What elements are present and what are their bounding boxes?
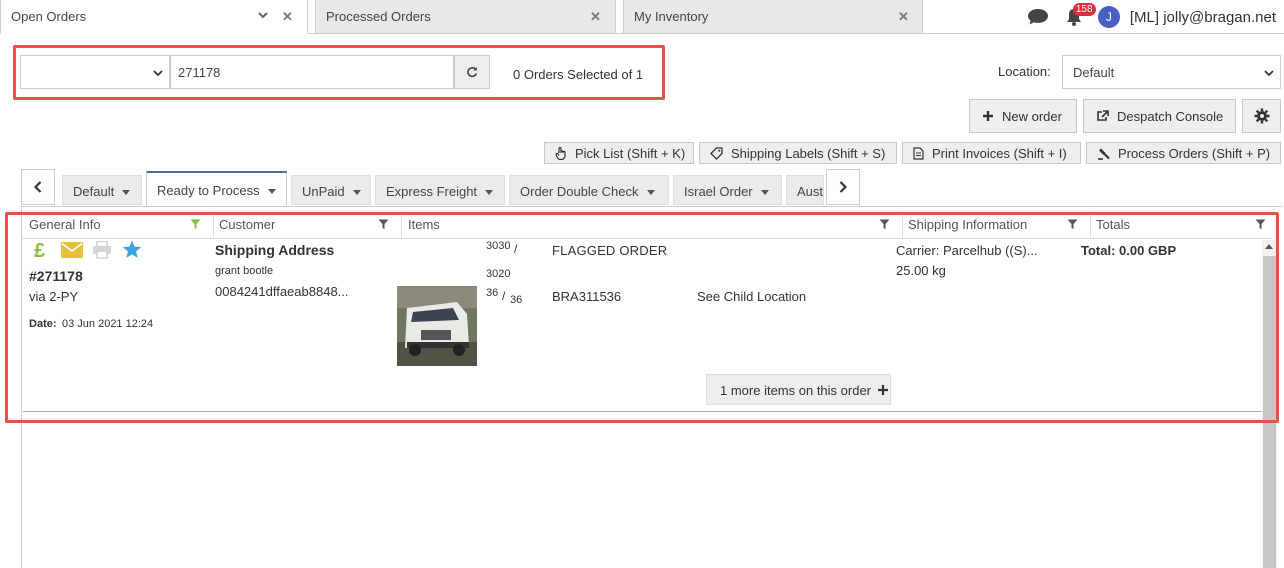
close-icon[interactable]: ✕ xyxy=(282,9,293,25)
search-field-select[interactable] xyxy=(20,55,170,89)
filter-tabs-prev-button[interactable] xyxy=(21,169,55,205)
plus-icon xyxy=(983,111,993,121)
print-invoices-button[interactable]: Print Invoices (Shift + I) xyxy=(902,142,1081,164)
pick-list-button[interactable]: Pick List (Shift + K) xyxy=(544,142,694,164)
location-select[interactable]: Default xyxy=(1062,55,1281,89)
filter-tab-label: Order Double Check xyxy=(520,184,639,199)
chevron-down-icon[interactable] xyxy=(258,10,268,20)
tag-icon xyxy=(710,146,723,160)
location-label: Location: xyxy=(998,64,1051,79)
process-orders-label: Process Orders (Shift + P) xyxy=(1118,145,1271,161)
filter-tab-label: Ready to Process xyxy=(157,183,260,198)
shipping-labels-label: Shipping Labels (Shift + S) xyxy=(731,145,886,161)
gear-icon xyxy=(1254,108,1269,124)
filter-tab-label: Default xyxy=(73,184,115,199)
despatch-console-button[interactable]: Despatch Console xyxy=(1083,99,1236,133)
chevron-down-icon xyxy=(153,70,163,77)
tab-my-inventory[interactable]: My Inventory ✕ xyxy=(623,0,923,34)
shipping-labels-button[interactable]: Shipping Labels (Shift + S) xyxy=(699,142,897,164)
filter-tab-label: Aust xyxy=(797,184,824,199)
document-icon xyxy=(913,146,924,160)
tab-processed-orders[interactable]: Processed Orders ✕ xyxy=(315,0,616,34)
caret-down-icon xyxy=(122,190,131,196)
tab-label: Processed Orders xyxy=(326,9,431,24)
close-icon[interactable]: ✕ xyxy=(590,9,601,25)
tab-label: My Inventory xyxy=(634,9,709,24)
chevron-right-icon xyxy=(839,181,847,193)
refresh-icon xyxy=(467,67,478,78)
refresh-button[interactable] xyxy=(454,55,490,89)
filter-tab-label: Israel Order xyxy=(684,184,753,199)
filter-tab-express-freight[interactable]: Express Freight xyxy=(375,175,505,205)
chat-icon[interactable] xyxy=(1026,7,1050,27)
header-user-area: 158 J [ML] jolly@bragan.net xyxy=(1026,3,1276,31)
orders-selected-count: 0 Orders Selected of 1 xyxy=(513,67,644,82)
caret-down-icon xyxy=(760,190,769,196)
filter-tab-israel-order[interactable]: Israel Order xyxy=(673,175,782,205)
gavel-icon xyxy=(1098,148,1110,160)
process-orders-button[interactable]: Process Orders (Shift + P) xyxy=(1086,142,1281,164)
external-link-icon xyxy=(1097,110,1109,121)
caret-down-icon xyxy=(352,190,361,196)
filter-tab-label: UnPaid xyxy=(302,184,345,199)
avatar[interactable]: J xyxy=(1097,6,1120,28)
orders-grid-highlight-box xyxy=(5,212,1279,423)
tab-open-orders[interactable]: Open Orders ✕ xyxy=(0,0,308,34)
filter-tab-default[interactable]: Default xyxy=(62,175,142,205)
chevron-down-icon xyxy=(1264,70,1274,77)
filter-tabs-next-button[interactable] xyxy=(826,169,860,205)
user-name[interactable]: [ML] jolly@bragan.net xyxy=(1130,9,1276,26)
filter-tab-label: Express Freight xyxy=(386,184,478,199)
close-icon[interactable]: ✕ xyxy=(898,9,909,25)
filter-tab-ready-to-process[interactable]: Ready to Process xyxy=(146,171,287,206)
despatch-console-label: Despatch Console xyxy=(1117,108,1224,124)
notification-count-badge: 158 xyxy=(1072,3,1096,16)
filter-tab-order-double-check[interactable]: Order Double Check xyxy=(509,175,669,205)
caret-down-icon xyxy=(267,189,276,195)
notifications-button[interactable]: 158 xyxy=(1064,3,1096,28)
search-input[interactable]: 271178 xyxy=(170,55,454,89)
tab-label: Open Orders xyxy=(11,9,87,24)
filter-tab-unpaid[interactable]: UnPaid xyxy=(291,175,371,205)
new-order-label: New order xyxy=(1002,108,1062,124)
new-order-button[interactable]: New order xyxy=(969,99,1077,133)
print-invoices-label: Print Invoices (Shift + I) xyxy=(932,145,1067,161)
settings-button[interactable] xyxy=(1242,99,1281,133)
caret-down-icon xyxy=(646,190,655,196)
location-value: Default xyxy=(1073,65,1115,80)
filter-tab-aust[interactable]: Aust xyxy=(786,175,824,205)
pick-list-label: Pick List (Shift + K) xyxy=(575,145,686,161)
chevron-left-icon xyxy=(34,181,42,193)
caret-down-icon xyxy=(485,190,494,196)
hand-pointer-icon xyxy=(555,146,566,160)
